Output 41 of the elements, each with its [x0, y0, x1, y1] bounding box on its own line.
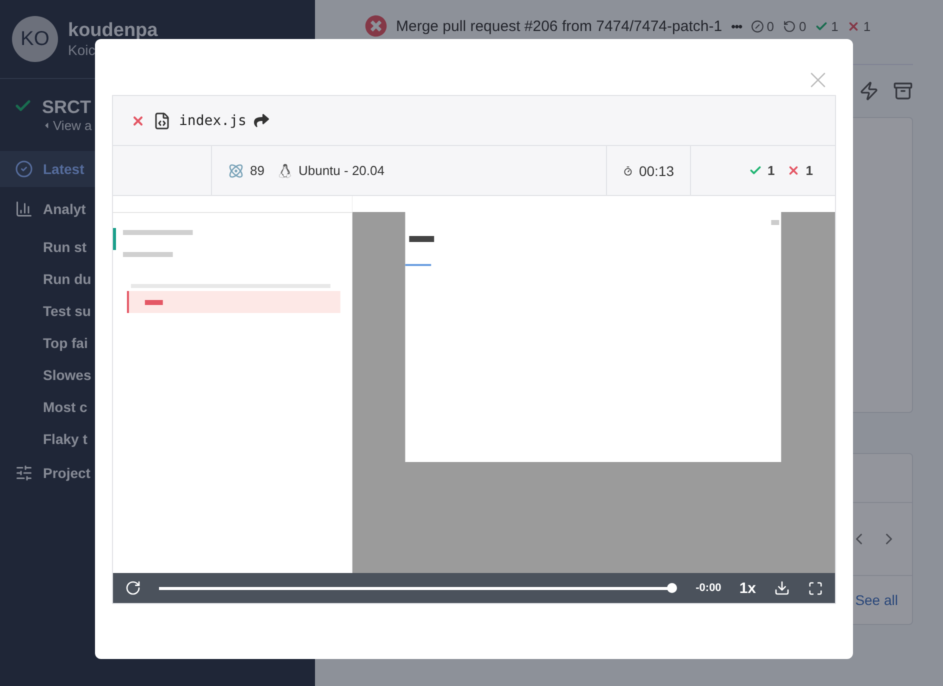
lightning-icon[interactable] [859, 81, 879, 101]
progress-handle[interactable] [666, 582, 677, 592]
archive-icon[interactable] [893, 81, 913, 101]
download-button[interactable] [774, 580, 790, 596]
project-name: SRCT [42, 97, 92, 118]
time-remaining: -0:00 [696, 582, 722, 594]
duration: 00:13 [638, 162, 674, 178]
pending-icon [782, 20, 796, 32]
count: 1 [831, 18, 838, 34]
check-icon [815, 20, 828, 32]
code-file-icon [153, 112, 171, 130]
count: 0 [798, 18, 806, 34]
count: 0 [766, 18, 774, 34]
user-name: koudenpa [68, 20, 158, 42]
share-icon[interactable] [254, 113, 270, 128]
browser-version: 89 [250, 163, 264, 178]
more-menu[interactable]: ••• [731, 18, 742, 34]
back-link[interactable]: View a [42, 118, 92, 133]
cross-icon [847, 20, 860, 32]
bar-chart-icon [15, 200, 33, 218]
run-title: Merge pull request #206 from 7474/7474-patch-1 [396, 18, 722, 34]
replay-button[interactable] [125, 580, 141, 596]
penguin-icon [278, 164, 292, 178]
count: 1 [863, 18, 871, 34]
result-count: 1 [806, 163, 813, 178]
user-avatar: KO [12, 16, 58, 62]
speed-button[interactable]: 1x [739, 580, 756, 596]
result-count: 1 [768, 163, 775, 178]
user-full-name: Koic [68, 42, 96, 58]
nav-item[interactable]: Project [0, 455, 315, 491]
check-icon [748, 164, 762, 177]
skipped-icon [750, 20, 764, 32]
fullscreen-button[interactable] [808, 580, 823, 596]
check-circle-icon [15, 160, 33, 178]
nav-item[interactable]: Analyt [0, 191, 315, 227]
atom-icon [228, 162, 244, 178]
see-all-link[interactable]: See all [855, 592, 898, 608]
settings-icon [15, 464, 33, 482]
os-label: Ubuntu - 20.04 [298, 163, 384, 178]
spec-file-name: index.js [179, 112, 246, 128]
cross-icon [786, 164, 800, 177]
